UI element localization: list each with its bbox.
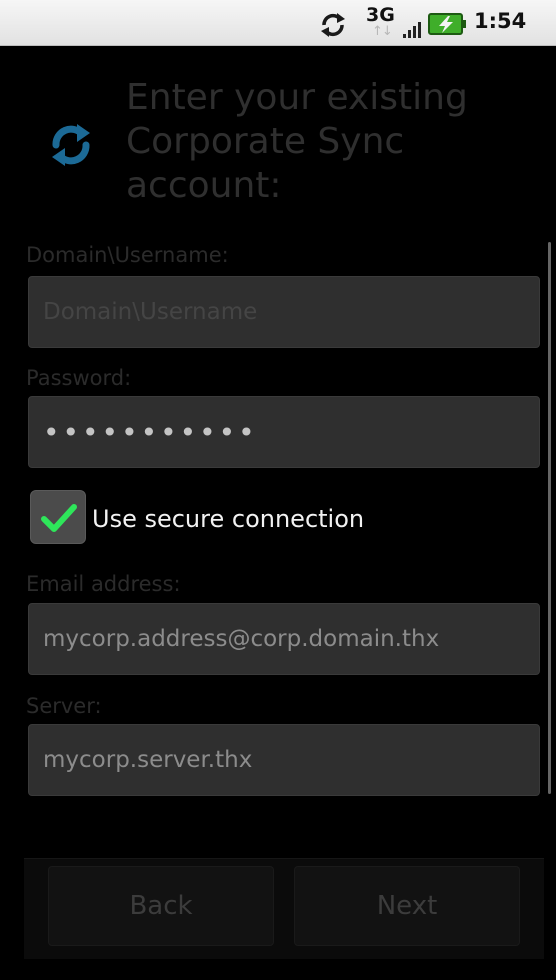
next-button[interactable]: Next	[294, 866, 520, 946]
network-type-label: 3G	[366, 4, 395, 26]
domain-username-field[interactable]: Domain\Username	[28, 276, 540, 348]
secure-connection-label[interactable]: Use secure connection	[92, 505, 364, 533]
password-label: Password:	[26, 366, 132, 390]
status-bar: 3G ↑↓ 1:54	[0, 0, 556, 46]
password-field[interactable]: •••••••••••	[28, 396, 540, 468]
corporate-sync-icon	[52, 124, 90, 166]
page-title: Enter your existing Corporate Sync accou…	[126, 77, 468, 206]
screen: 3G ↑↓ 1:54 Enter your existing Corporate…	[0, 0, 556, 980]
sync-icon	[321, 13, 345, 37]
scrollbar[interactable]	[548, 242, 551, 794]
back-button[interactable]: Back	[48, 866, 274, 946]
battery-charging-icon	[428, 13, 466, 35]
server-field[interactable]: mycorp.server.thx	[28, 724, 540, 796]
clock: 1:54	[474, 9, 527, 33]
server-label: Server:	[26, 694, 102, 718]
domain-username-label: Domain\Username:	[26, 243, 229, 267]
network-activity-icon: ↑↓	[372, 24, 393, 39]
email-address-label: Email address:	[26, 572, 181, 596]
checkmark-icon	[41, 504, 77, 532]
secure-connection-checkbox[interactable]	[30, 490, 86, 544]
email-address-field[interactable]: mycorp.address@corp.domain.thx	[28, 603, 540, 675]
signal-strength-icon	[403, 22, 421, 38]
